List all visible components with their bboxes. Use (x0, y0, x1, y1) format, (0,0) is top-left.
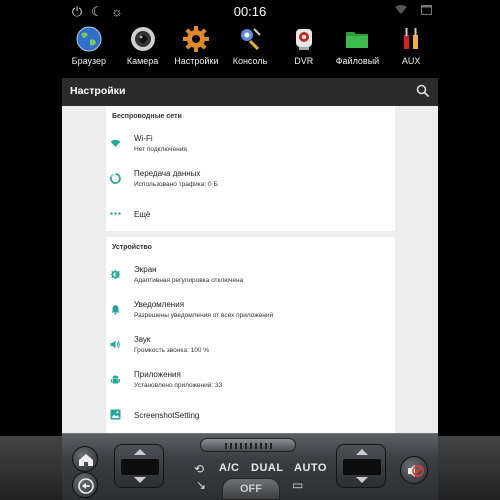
more-icon (110, 212, 121, 215)
data-usage-icon (110, 173, 121, 184)
back-button[interactable] (72, 472, 98, 498)
temp-up-arrow-icon[interactable] (356, 449, 368, 455)
console-icon (241, 28, 261, 51)
pref-summary: Использовано трафика: 0 Б (134, 181, 218, 188)
pref-summary: Нет подключения (134, 146, 187, 153)
status-bar: ⏻ ☾ ☼ 00:16 (0, 0, 500, 24)
app-aux[interactable]: AUX (384, 24, 438, 78)
app-dvr[interactable]: DVR (277, 24, 331, 78)
dual-button[interactable]: DUAL (251, 462, 284, 474)
pref-summary: Громкость звонка: 100 % (134, 347, 210, 354)
settings-window: Настройки Беспроводные сети Wi-Fi Нет по… (62, 78, 438, 433)
bell-icon (111, 305, 120, 315)
folder-icon (346, 32, 369, 48)
passenger-temp-rocker[interactable] (336, 444, 386, 488)
app-label: AUX (401, 56, 421, 66)
settings-list: Беспроводные сети Wi-Fi Нет подключения … (106, 106, 395, 433)
pref-title: Ещё (134, 210, 151, 219)
volume-icon (110, 340, 120, 349)
temp-up-arrow-icon[interactable] (134, 449, 146, 455)
pref-wifi[interactable]: Wi-Fi Нет подключения (106, 126, 395, 161)
fan-speed-knob[interactable] (200, 438, 296, 452)
pref-summary: Адаптивная регулировка отключена (134, 277, 244, 284)
auto-button[interactable]: AUTO (294, 462, 327, 474)
image-icon (110, 409, 121, 420)
page-title: Настройки (70, 85, 126, 97)
fan-speed-ticks (225, 443, 272, 449)
pref-title: Приложения (134, 370, 181, 379)
camera-icon (130, 27, 155, 51)
climate-off-button[interactable]: OFF (222, 478, 280, 500)
search-icon[interactable] (416, 84, 430, 98)
pref-data-usage[interactable]: Передача данных Использовано трафика: 0 … (106, 161, 395, 196)
ac-button[interactable]: A/C (219, 462, 239, 474)
temp-down-arrow-icon[interactable] (356, 477, 368, 483)
pref-apps[interactable]: Приложения Установлено приложений: 33 (106, 362, 395, 397)
section-header-device: Устройство (112, 244, 152, 251)
gear-icon (183, 26, 210, 52)
wifi-icon (110, 139, 121, 147)
pref-screenshot-setting[interactable]: ScreenshotSetting (106, 397, 395, 432)
app-label: Браузер (71, 56, 107, 66)
app-camera[interactable]: Камера (116, 24, 170, 78)
back-icon (78, 478, 94, 494)
app-browser[interactable]: Браузер (62, 24, 116, 78)
app-label: Камера (126, 56, 159, 66)
rear-defrost-icon[interactable]: ▭ (292, 478, 303, 492)
pref-title: Передача данных (134, 169, 201, 178)
app-label: Настройки (174, 56, 219, 66)
aux-icon (404, 28, 419, 49)
driver-temp-rocker[interactable] (114, 444, 164, 488)
app-file-manager[interactable]: Файловый (331, 24, 385, 78)
home-icon (79, 454, 93, 466)
recirculation-icon[interactable]: ⟲ (194, 462, 204, 476)
pref-title: ScreenshotSetting (134, 411, 200, 420)
pref-title: Wi-Fi (134, 134, 153, 143)
pref-title: Уведомления (134, 300, 185, 309)
android-icon (111, 375, 120, 384)
globe-icon (76, 26, 102, 52)
temp-display (121, 459, 159, 475)
app-label: Консоль (232, 56, 268, 66)
section-header-wireless: Беспроводные сети (112, 113, 182, 120)
dvr-icon (295, 29, 312, 50)
app-label: DVR (294, 56, 314, 66)
right-side-panel (438, 436, 500, 500)
app-label: Файловый (335, 56, 380, 66)
app-launcher: Браузер Камера Настройки Консоль DVR Фай… (62, 24, 438, 78)
mute-icon (408, 465, 424, 477)
pref-title: Экран (134, 265, 157, 274)
temp-down-arrow-icon[interactable] (134, 477, 146, 483)
pref-sound[interactable]: Звук Громкость звонка: 100 % (106, 327, 395, 362)
action-bar: Настройки (62, 78, 438, 106)
brightness-icon (110, 269, 121, 280)
airflow-icon[interactable]: ↘ (196, 478, 206, 492)
pref-title: Звук (134, 335, 151, 344)
mute-button[interactable] (400, 456, 428, 484)
pref-notifications[interactable]: Уведомления Разрешены уведомления от все… (106, 292, 395, 327)
pref-summary: Установлено приложений: 33 (134, 382, 223, 389)
left-side-panel (0, 436, 98, 500)
pref-display[interactable]: Экран Адаптивная регулировка отключена (106, 257, 395, 292)
wifi-icon (395, 4, 407, 18)
pref-summary: Разрешены уведомления от всех приложений (134, 312, 274, 319)
window-icon[interactable] (421, 4, 432, 18)
app-console[interactable]: Консоль (223, 24, 277, 78)
temp-display (343, 459, 381, 475)
home-button[interactable] (72, 446, 98, 472)
app-settings[interactable]: Настройки (169, 24, 223, 78)
pref-more[interactable]: Ещё (106, 196, 395, 231)
